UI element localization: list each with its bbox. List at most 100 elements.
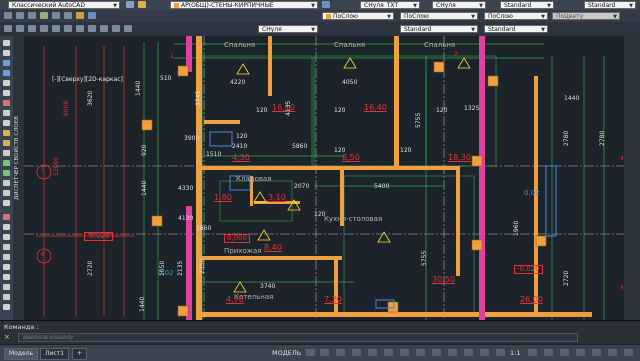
otrack-icon[interactable] bbox=[384, 349, 393, 356]
drawing-canvas[interactable]: Спальня Спальня Спальня Кладовая Кухня-столо… bbox=[24, 36, 624, 320]
zoom-icon[interactable] bbox=[88, 12, 96, 19]
polygon-icon[interactable] bbox=[3, 60, 10, 66]
region-icon[interactable] bbox=[3, 180, 10, 186]
style-4-dropdown[interactable]: Standard ▼ bbox=[484, 25, 548, 33]
right-scroll-panel[interactable] bbox=[624, 36, 640, 320]
grid-icon[interactable] bbox=[306, 349, 315, 356]
array-icon[interactable] bbox=[3, 254, 10, 260]
tab-layout1[interactable]: Лист1 bbox=[40, 348, 70, 360]
customize-icon[interactable] bbox=[608, 349, 617, 356]
insert-block-icon[interactable] bbox=[3, 130, 10, 136]
center-mark-icon[interactable] bbox=[112, 25, 120, 32]
snap-icon[interactable] bbox=[320, 349, 329, 356]
layer-state-icon[interactable] bbox=[138, 1, 146, 8]
trim-icon[interactable] bbox=[3, 304, 10, 310]
radius-dim-icon[interactable] bbox=[52, 25, 60, 32]
transparency-icon[interactable] bbox=[416, 349, 425, 356]
lineweight-dropdown[interactable]: ПоСлою ▼ bbox=[484, 12, 548, 20]
annotation-scale[interactable]: 1:1 bbox=[510, 348, 520, 358]
angular-dim-icon[interactable] bbox=[64, 25, 72, 32]
ellipse-icon[interactable] bbox=[3, 120, 10, 126]
osnap-icon[interactable] bbox=[368, 349, 377, 356]
plot-icon[interactable] bbox=[40, 12, 48, 19]
dimension-text: 4130 bbox=[178, 215, 194, 222]
continue-dim-icon[interactable] bbox=[88, 25, 96, 32]
layer-properties-icon[interactable] bbox=[126, 1, 134, 8]
aligned-dim-icon[interactable] bbox=[28, 25, 36, 32]
style-3-dropdown[interactable]: Standard ▼ bbox=[400, 25, 478, 33]
new-icon[interactable] bbox=[4, 12, 12, 19]
ortho-icon[interactable] bbox=[336, 349, 345, 356]
arc-dim-icon[interactable] bbox=[40, 25, 48, 32]
dimension-icon[interactable] bbox=[4, 25, 12, 32]
plus-icon[interactable] bbox=[544, 349, 553, 356]
tab-add[interactable]: + bbox=[72, 348, 88, 360]
layer-dropdown[interactable]: АР(ОБЩ)-СТЕНЫ-КИРПИЧНЫЕ ▼ bbox=[170, 1, 318, 9]
mtext-icon[interactable] bbox=[3, 200, 10, 206]
match-layer-icon[interactable] bbox=[322, 1, 330, 8]
gradient-icon[interactable] bbox=[3, 170, 10, 176]
clean-screen-icon[interactable] bbox=[592, 349, 601, 356]
chevron-down-icon: ▼ bbox=[629, 3, 633, 9]
tab-model[interactable]: Модель bbox=[4, 348, 39, 360]
copy-icon[interactable] bbox=[3, 224, 10, 230]
mirror-icon[interactable] bbox=[3, 234, 10, 240]
hardware-accel-icon[interactable] bbox=[576, 349, 585, 356]
line-icon[interactable] bbox=[3, 40, 10, 46]
triangle-marker bbox=[253, 191, 267, 203]
arc-icon[interactable] bbox=[3, 80, 10, 86]
menu-icon[interactable] bbox=[624, 349, 633, 356]
make-block-icon[interactable] bbox=[3, 140, 10, 146]
redo-icon[interactable] bbox=[64, 12, 72, 19]
revcloud-icon[interactable] bbox=[3, 100, 10, 106]
hatch-icon[interactable] bbox=[3, 160, 10, 166]
palette-title: ДИСПЕТЧЕР СВОЙСТВ СЛОЕВ bbox=[14, 116, 20, 200]
chevron-down-icon: ▼ bbox=[479, 3, 483, 9]
dim-style-dropdown[interactable]: СНуля ▼ bbox=[432, 1, 486, 9]
selection-cycling-icon[interactable] bbox=[432, 349, 441, 356]
polar-icon[interactable] bbox=[352, 349, 361, 356]
point-icon[interactable] bbox=[3, 150, 10, 156]
rectangle-icon[interactable] bbox=[3, 70, 10, 76]
text-style-dropdown[interactable]: СНуля_TXT ▼ bbox=[360, 1, 420, 9]
axis-label: 5 bbox=[41, 167, 45, 174]
circle-icon[interactable] bbox=[3, 90, 10, 96]
annotation-scale-icon[interactable] bbox=[496, 349, 505, 356]
scale-icon[interactable] bbox=[3, 284, 10, 290]
baseline-dim-icon[interactable] bbox=[76, 25, 84, 32]
isolate-icon[interactable] bbox=[560, 349, 569, 356]
annotation-visibility-icon[interactable] bbox=[480, 349, 489, 356]
lineweight-icon[interactable] bbox=[400, 349, 409, 356]
polyline-icon[interactable] bbox=[3, 50, 10, 56]
3d-osnap-icon[interactable] bbox=[448, 349, 457, 356]
linetype-dropdown[interactable]: ПоСлою ▼ bbox=[400, 12, 478, 20]
table-icon[interactable] bbox=[3, 190, 10, 196]
save-icon[interactable] bbox=[28, 12, 36, 19]
exterior-wall bbox=[186, 206, 192, 320]
workspace-dropdown[interactable]: Классический AutoCAD ▼ bbox=[8, 1, 120, 9]
tolerance-icon[interactable] bbox=[100, 25, 108, 32]
linear-dim-icon[interactable] bbox=[16, 25, 24, 32]
table-style-dropdown[interactable]: Standard ▼ bbox=[500, 1, 554, 9]
dimension-text: 1050 bbox=[159, 260, 166, 276]
rotate-icon[interactable] bbox=[3, 274, 10, 280]
dynamic-ucs-icon[interactable] bbox=[464, 349, 473, 356]
command-input[interactable] bbox=[18, 333, 578, 342]
viewport-label[interactable]: [-][Сверху][2D-каркас] bbox=[52, 76, 123, 83]
mleader-style-dropdown[interactable]: Standard ▼ bbox=[584, 1, 636, 9]
move-icon[interactable] bbox=[3, 264, 10, 270]
spline-icon[interactable] bbox=[3, 110, 10, 116]
dim-style-2-dropdown[interactable]: СНуля ▼ bbox=[258, 25, 318, 33]
color-dropdown[interactable]: ПоСлою ▼ bbox=[322, 12, 394, 20]
close-icon[interactable]: × bbox=[4, 333, 10, 341]
offset-icon[interactable] bbox=[3, 244, 10, 250]
model-space-label[interactable]: МОДЕЛЬ bbox=[272, 348, 301, 358]
erase-icon[interactable] bbox=[3, 214, 10, 220]
workspace-switch-icon[interactable] bbox=[528, 349, 537, 356]
pan-icon[interactable] bbox=[76, 12, 84, 19]
plotstyle-dropdown[interactable]: ПоЦвету ▼ bbox=[552, 12, 620, 20]
dim-edit-icon[interactable] bbox=[124, 25, 132, 32]
open-icon[interactable] bbox=[16, 12, 24, 19]
undo-icon[interactable] bbox=[52, 12, 60, 19]
stretch-icon[interactable] bbox=[3, 294, 10, 300]
